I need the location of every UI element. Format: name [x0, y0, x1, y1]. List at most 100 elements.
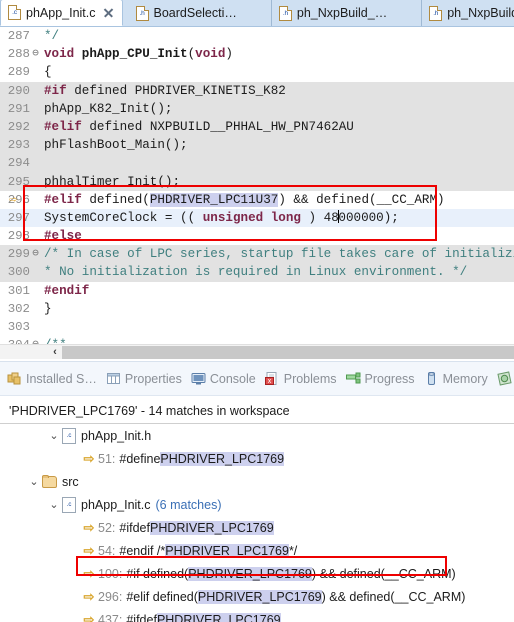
- line-number: 288: [7, 47, 30, 62]
- view-tab-label: Memory: [442, 371, 488, 386]
- fold-collapse-icon[interactable]: ⊖: [30, 45, 41, 63]
- search-match-row[interactable]: ⇨ 296: #elif defined(PHDRIVER_LPC1769) && …: [0, 585, 514, 608]
- match-arrow-icon: ⇨: [83, 588, 95, 604]
- code-line[interactable]: 303: [0, 318, 514, 337]
- code-line[interactable]: 300 * No initialization is required in L…: [0, 263, 514, 282]
- code-editor[interactable]: 287 */288 ⊖ void phApp_CPU_Init(void) 289{29…: [0, 27, 514, 359]
- search-tree-row[interactable]: ⌄ src: [0, 470, 514, 493]
- line-number: 295: [7, 174, 30, 189]
- view-tab-problems[interactable]: x Problems: [264, 371, 337, 386]
- editor-tab-2[interactable]: .h BoardSelecti…: [129, 0, 245, 26]
- bookmark-arrow-icon: ⇨: [9, 191, 17, 207]
- search-results-tree[interactable]: ⌄ .c phApp_Init.h ⇨ 51: #define PHDRIVER_LPC1…: [0, 424, 514, 622]
- code-token: phhalTimer_Init();: [44, 174, 181, 189]
- code-text: */: [41, 27, 59, 45]
- code-line[interactable]: 294: [0, 154, 514, 173]
- code-line[interactable]: 295 phhalTimer_Init();: [0, 172, 514, 191]
- match-line-number: 52:: [98, 520, 116, 535]
- search-node-label: phApp_Init.c: [81, 497, 151, 512]
- search-match-row[interactable]: ⇨ 52: #ifdef PHDRIVER_LPC1769: [0, 516, 514, 539]
- line-number: 291: [7, 101, 30, 116]
- view-tab-label: Console: [209, 371, 256, 386]
- c-file-icon: .c: [8, 5, 21, 20]
- line-number: 301: [7, 283, 30, 298]
- code-token: defined PHDRIVER_KINETIS_K82: [66, 83, 286, 98]
- search-tree-row[interactable]: ⌄ .c phApp_Init.c (6 matches): [0, 493, 514, 516]
- scroll-left-arrow-icon[interactable]: ‹: [48, 345, 62, 359]
- code-token: SystemCoreClock = ((: [44, 210, 203, 225]
- match-text-prefix: #endif /*: [119, 543, 166, 558]
- chevron-down-icon[interactable]: ⌄: [46, 498, 62, 511]
- search-tree-row[interactable]: ⌄ .c phApp_Init.h: [0, 424, 514, 447]
- match-term-highlight: PHDRIVER_LPC1769: [165, 543, 289, 558]
- view-tab-console[interactable]: Console: [191, 371, 256, 386]
- code-line[interactable]: 292 #elif defined NXPBUILD__PHHAL_HW_PN74…: [0, 117, 514, 137]
- code-line[interactable]: 287 */: [0, 27, 514, 46]
- code-token: }: [44, 301, 52, 316]
- chevron-down-icon[interactable]: ⌄: [26, 475, 42, 488]
- search-match-row[interactable]: ⇨ 51: #define PHDRIVER_LPC1769: [0, 447, 514, 470]
- search-match-row[interactable]: ⇨ 437: #ifdef PHDRIVER_LPC1769: [0, 608, 514, 622]
- code-line[interactable]: 289 {: [0, 63, 514, 82]
- code-token: 000000);: [338, 210, 399, 225]
- occurrence-highlight: PHDRIVER_LPC11U37: [149, 192, 279, 207]
- code-token: phApp_K82_Init();: [44, 101, 173, 116]
- view-tab-progress[interactable]: Progress: [345, 371, 415, 386]
- code-text: SystemCoreClock = (( unsigned long ) 480…: [41, 209, 399, 227]
- match-line-number: 296:: [98, 589, 123, 604]
- code-text: #elif defined(PHDRIVER_LPC11U37) && defi…: [41, 191, 445, 209]
- line-number: 302: [7, 301, 30, 316]
- editor-tab-3[interactable]: .h ph_NxpBuild_…: [270, 0, 395, 26]
- match-count-label: (6 matches): [155, 497, 222, 512]
- code-line[interactable]: 293 phFlashBoot_Main();: [0, 136, 514, 155]
- c-file-icon: .c: [62, 496, 76, 513]
- code-line[interactable]: ⇨ 296 #elif defined(PHDRIVER_LPC11U37) && …: [0, 190, 514, 209]
- line-number: 299: [7, 247, 30, 262]
- match-line-number: 100:: [98, 566, 123, 581]
- editor-horizontal-scrollbar[interactable]: ‹: [0, 344, 514, 359]
- code-token: ) 48: [300, 210, 339, 225]
- search-match-row[interactable]: ⇨ 54: #endif /* PHDRIVER_LPC1769 */: [0, 539, 514, 562]
- code-token: #if: [44, 83, 67, 98]
- code-line[interactable]: 302}: [0, 299, 514, 318]
- code-line[interactable]: 298 #else: [0, 227, 514, 246]
- view-tab-memory[interactable]: Memory: [424, 371, 488, 386]
- code-token: */: [44, 29, 60, 43]
- view-tab-properties[interactable]: Properties: [106, 371, 182, 386]
- search-match-row[interactable]: ⇨ 100: #if defined(PHDRIVER_LPC1769) && de…: [0, 562, 514, 585]
- code-text: }: [41, 300, 52, 318]
- editor-tab-1[interactable]: .c phApp_Init.c: [0, 0, 123, 26]
- view-stack-tab-bar[interactable]: Installed S… Properties Console x Problems Pr…: [0, 361, 514, 396]
- view-tab-installed-s[interactable]: Installed S…: [7, 371, 97, 386]
- code-line[interactable]: 299 ⊖ /* In case of LPC series, startup f…: [0, 245, 514, 264]
- code-line[interactable]: 290 #if defined PHDRIVER_KINETIS_K82: [0, 81, 514, 100]
- code-line[interactable]: 291 phApp_K82_Init();: [0, 99, 514, 118]
- search-results-view[interactable]: 'PHDRIVER_LPC1769' - 14 matches in works…: [0, 396, 514, 622]
- code-token: defined NXPBUILD__PHHAL_HW_PN7462AU: [81, 119, 354, 134]
- match-arrow-icon: ⇨: [83, 565, 95, 581]
- code-lines[interactable]: 287 */288 ⊖ void phApp_CPU_Init(void) 289{29…: [0, 27, 514, 359]
- code-line[interactable]: 301 #endif: [0, 281, 514, 300]
- editor-tab-label: ph_NxpBuild_…: [447, 6, 514, 20]
- fold-collapse-icon[interactable]: ⊖: [30, 245, 41, 263]
- line-number: 293: [7, 138, 30, 153]
- code-text: void phApp_CPU_Init(void): [41, 45, 233, 63]
- match-text-prefix: #ifdef: [119, 520, 150, 535]
- editor-tab-4[interactable]: .h ph_NxpBuild_…: [421, 0, 514, 26]
- scrollbar-thumb[interactable]: [62, 346, 514, 359]
- line-number: 290: [7, 83, 30, 98]
- line-number: 298: [7, 229, 30, 244]
- match-arrow-icon: ⇨: [83, 611, 95, 622]
- match-text-prefix: #elif defined(: [126, 589, 198, 604]
- code-line[interactable]: 297 SystemCoreClock = (( unsigned long )…: [0, 208, 514, 228]
- view-tab-ins[interactable]: Ins: [497, 371, 514, 386]
- code-line[interactable]: 288 ⊖ void phApp_CPU_Init(void): [0, 45, 514, 64]
- view-tab-label: Problems: [283, 371, 337, 386]
- match-arrow-icon: ⇨: [83, 519, 95, 535]
- view-tab-label: Properties: [124, 371, 182, 386]
- properties-icon: [106, 371, 121, 386]
- match-line-number: 437:: [98, 612, 123, 622]
- editor-tab-bar[interactable]: .c phApp_Init.c .h BoardSelecti… .h ph_NxpBui…: [0, 0, 514, 27]
- close-icon[interactable]: [103, 7, 114, 18]
- chevron-down-icon[interactable]: ⌄: [46, 429, 62, 442]
